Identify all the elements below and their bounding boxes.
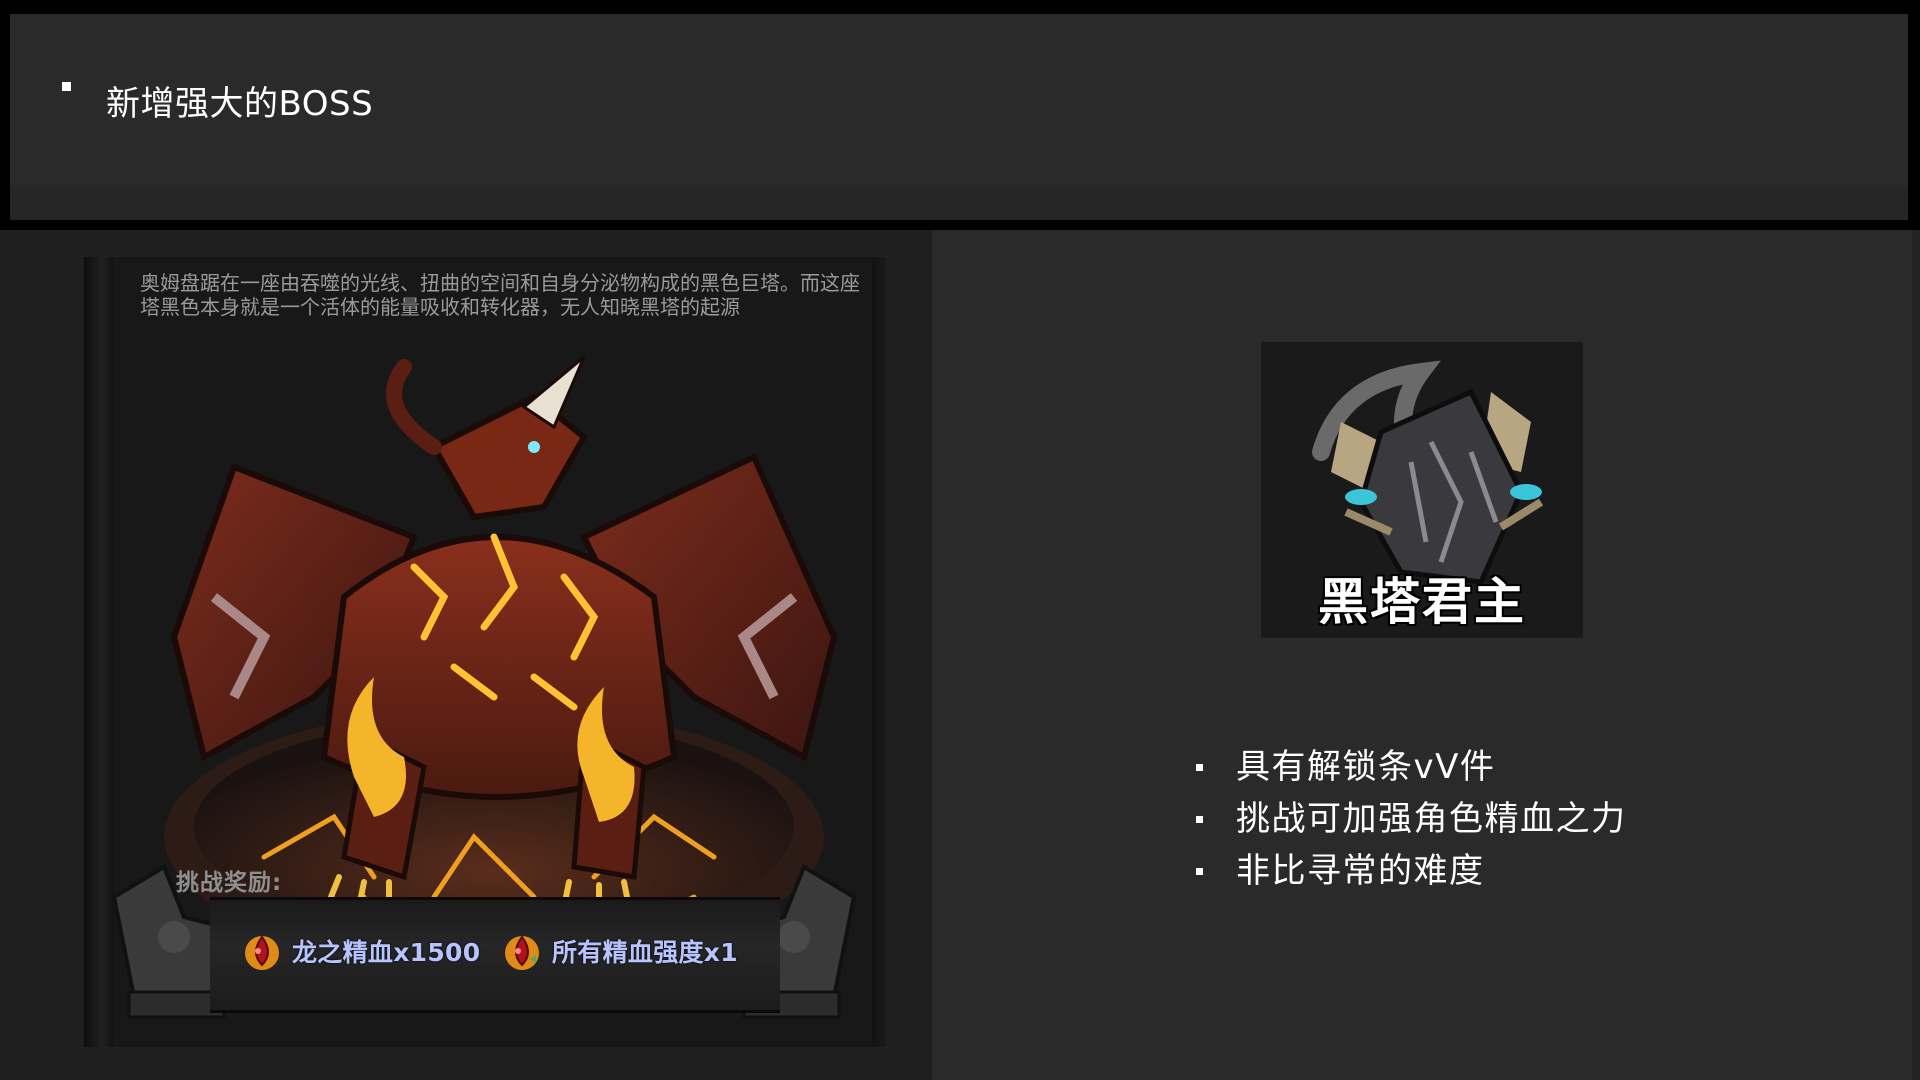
list-item: 挑战可加强角色精血之力 [1190, 794, 1890, 846]
reward-item: 龙之精血x1500 [240, 928, 480, 974]
bullet-icon [1196, 816, 1203, 823]
feature-text: 具有解锁条vV件 [1236, 747, 1496, 787]
slide: 新增强大的BOSS 奥姆盘踞在一座由吞噬的光线、扭曲的空间和自身分泌物构成的黑色… [0, 0, 1920, 1080]
reward-text: 所有精血强度x1 [552, 938, 738, 967]
blood-drop-icon [245, 935, 279, 970]
header: 新增强大的BOSS [0, 0, 1920, 230]
boss-name: 黑塔君主 [1318, 573, 1526, 631]
feature-list: 具有解锁条vV件 挑战可加强角色精血之力 非比寻常的难度 [1190, 742, 1890, 898]
blood-drop-icon [505, 935, 539, 970]
boss-card: 奥姆盘踞在一座由吞噬的光线、扭曲的空间和自身分泌物构成的黑色巨塔。而这座塔黑色本… [84, 257, 886, 1047]
feature-text: 挑战可加强角色精血之力 [1236, 799, 1627, 839]
feature-text: 非比寻常的难度 [1236, 851, 1485, 891]
list-item: 非比寻常的难度 [1190, 846, 1890, 898]
list-item: 具有解锁条vV件 [1190, 742, 1890, 794]
bullet-icon [1196, 764, 1203, 771]
bullet-icon [1196, 868, 1203, 875]
reward-item: 所有精血强度x1 [500, 928, 738, 974]
bullet-icon [62, 82, 71, 91]
boss-description: 奥姆盘踞在一座由吞噬的光线、扭曲的空间和自身分泌物构成的黑色巨塔。而这座塔黑色本… [140, 271, 860, 319]
reward-text: 龙之精血x1500 [292, 938, 481, 967]
header-panel: 新增强大的BOSS [10, 14, 1908, 220]
card-frame [872, 257, 886, 1047]
boss-portrait: 黑塔君主 [1261, 342, 1583, 638]
reward-bar: 龙之精血x1500 所有精血强度x1 [210, 897, 780, 1013]
page-title: 新增强大的BOSS [106, 84, 374, 124]
